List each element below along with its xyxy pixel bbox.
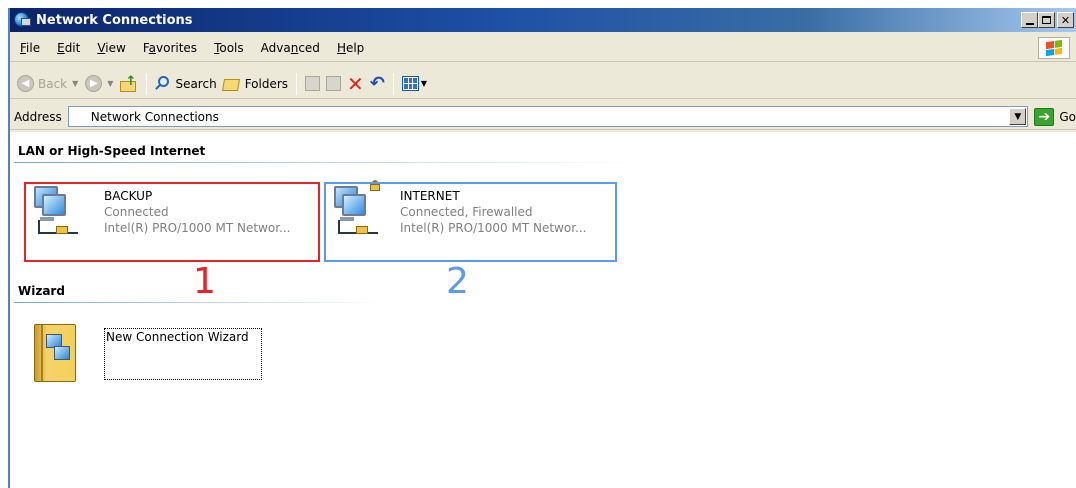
delete-icon: ✕ <box>347 71 364 96</box>
copy-to-button[interactable] <box>323 72 344 96</box>
up-button[interactable]: ↑ <box>117 72 141 96</box>
forward-arrow-icon: ▶ <box>85 75 103 92</box>
go-label: Go <box>1059 109 1076 124</box>
annotation-box-1 <box>24 182 320 262</box>
close-icon: ✕ <box>1060 13 1071 27</box>
toolbar: ◀ Back ▼ ▶ ▼ ↑ Search Folders ✕ ↶ ▼ <box>10 69 1076 99</box>
views-button[interactable]: ▼ <box>399 72 434 96</box>
address-label: Address <box>14 109 62 124</box>
delete-button[interactable]: ✕ <box>344 72 367 96</box>
toolbar-separator <box>146 72 148 95</box>
toolbar-separator <box>296 72 298 95</box>
search-button[interactable]: Search <box>152 72 219 96</box>
annotation-box-2 <box>324 182 617 262</box>
undo-button[interactable]: ↶ <box>367 72 388 96</box>
minimize-icon <box>1025 22 1034 25</box>
address-bar: Address Network Connections ▼ ➔ Go <box>10 104 1076 130</box>
network-connections-icon <box>14 11 32 29</box>
annotation-number-2: 2 <box>446 261 469 302</box>
menu-file[interactable]: File <box>12 41 49 55</box>
title-bar[interactable]: Network Connections ✕ <box>10 8 1076 32</box>
group-divider <box>14 302 384 303</box>
folders-label: Folders <box>244 76 289 91</box>
address-dropdown-icon[interactable]: ▼ <box>1009 108 1027 125</box>
back-arrow-icon: ◀ <box>17 75 34 92</box>
maximize-button[interactable] <box>1038 12 1055 28</box>
folders-button[interactable]: Folders <box>220 72 291 96</box>
forward-button[interactable]: ▶ <box>82 72 105 96</box>
search-icon <box>155 75 171 92</box>
views-dropdown-icon: ▼ <box>420 79 428 88</box>
new-connection-wizard-label[interactable]: New Connection Wizard <box>104 328 262 380</box>
go-button[interactable]: ➔ Go <box>1034 107 1076 126</box>
address-value[interactable]: Network Connections <box>69 110 1028 124</box>
maximize-icon <box>1042 16 1051 24</box>
undo-icon: ↶ <box>369 73 385 94</box>
forward-dropdown-icon[interactable]: ▼ <box>107 79 113 88</box>
windows-logo-icon <box>1038 37 1070 59</box>
minimize-button[interactable] <box>1021 12 1038 28</box>
group-header-lan: LAN or High-Speed Internet <box>18 144 206 158</box>
menu-bar: File Edit View Favorites Tools Advanced … <box>10 34 1076 62</box>
menu-advanced[interactable]: Advanced <box>253 41 329 55</box>
network-connections-window: Network Connections ✕ File Edit View Fav… <box>8 8 1076 488</box>
folders-icon <box>221 77 241 91</box>
back-label: Back <box>38 76 68 91</box>
close-button[interactable]: ✕ <box>1057 12 1074 28</box>
address-field[interactable]: Network Connections ▼ <box>67 106 1029 127</box>
menu-tools[interactable]: Tools <box>206 41 253 55</box>
annotation-number-1: 1 <box>193 261 216 302</box>
group-header-wizard: Wizard <box>18 284 65 298</box>
menu-edit[interactable]: Edit <box>49 41 89 55</box>
move-to-button[interactable] <box>302 72 323 96</box>
move-to-icon <box>305 76 321 91</box>
copy-to-icon <box>326 76 342 91</box>
menu-favorites[interactable]: Favorites <box>135 41 206 55</box>
search-label: Search <box>175 76 217 91</box>
menu-help[interactable]: Help <box>329 41 373 55</box>
window-title: Network Connections <box>36 12 193 28</box>
back-dropdown-icon[interactable]: ▼ <box>72 79 78 88</box>
toolbar-separator <box>392 72 394 95</box>
new-connection-wizard-icon[interactable] <box>34 324 78 382</box>
up-folder-icon: ↑ <box>120 74 138 92</box>
go-arrow-icon: ➔ <box>1034 107 1055 126</box>
content-pane: LAN or High-Speed Internet BACKUP Connec… <box>10 132 1076 488</box>
menu-view[interactable]: View <box>89 41 134 55</box>
back-button[interactable]: ◀ Back <box>14 72 70 96</box>
group-divider <box>14 162 634 163</box>
views-icon <box>401 76 419 91</box>
